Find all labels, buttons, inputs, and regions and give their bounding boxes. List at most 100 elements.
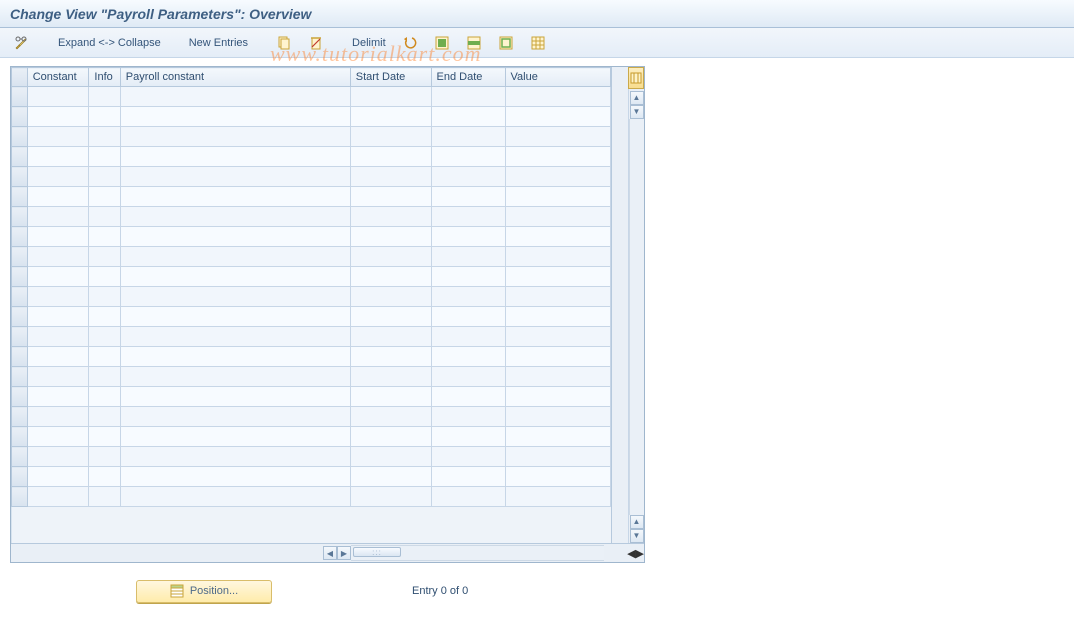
table-row[interactable] [12, 107, 611, 127]
table-cell[interactable] [431, 267, 505, 287]
deselect-all-button[interactable] [492, 32, 520, 54]
hscroll-track[interactable]: ::: [351, 545, 604, 561]
table-cell[interactable] [431, 127, 505, 147]
table-cell[interactable] [89, 387, 120, 407]
table-cell[interactable] [505, 427, 610, 447]
table-cell[interactable] [89, 227, 120, 247]
table-row[interactable] [12, 407, 611, 427]
table-cell[interactable] [120, 427, 350, 447]
row-selector[interactable] [12, 407, 28, 427]
table-cell[interactable] [431, 87, 505, 107]
table-cell[interactable] [89, 107, 120, 127]
table-row[interactable] [12, 287, 611, 307]
table-cell[interactable] [120, 467, 350, 487]
table-cell[interactable] [27, 447, 89, 467]
table-row[interactable] [12, 467, 611, 487]
table-cell[interactable] [120, 347, 350, 367]
table-cell[interactable] [89, 487, 120, 507]
delimit-button[interactable]: Delimit [346, 32, 392, 54]
table-cell[interactable] [350, 487, 431, 507]
table-cell[interactable] [120, 327, 350, 347]
payroll-parameters-table[interactable]: Constant Info Payroll constant Start Dat… [11, 67, 611, 507]
row-selector[interactable] [12, 467, 28, 487]
table-cell[interactable] [350, 187, 431, 207]
table-cell[interactable] [431, 227, 505, 247]
table-cell[interactable] [120, 367, 350, 387]
row-selector-header[interactable] [12, 68, 28, 87]
select-block-button[interactable] [460, 32, 488, 54]
table-row[interactable] [12, 427, 611, 447]
horizontal-scrollbar[interactable]: ◀ ▶ ::: [323, 546, 604, 560]
table-cell[interactable] [27, 147, 89, 167]
table-cell[interactable] [89, 427, 120, 447]
table-cell[interactable] [350, 367, 431, 387]
table-cell[interactable] [350, 147, 431, 167]
hscroll-right-end-button[interactable]: ▶ [636, 547, 644, 560]
table-row[interactable] [12, 307, 611, 327]
row-selector[interactable] [12, 487, 28, 507]
row-selector[interactable] [12, 307, 28, 327]
table-cell[interactable] [505, 287, 610, 307]
table-cell[interactable] [431, 327, 505, 347]
table-cell[interactable] [350, 467, 431, 487]
row-selector[interactable] [12, 327, 28, 347]
table-cell[interactable] [505, 347, 610, 367]
col-header-value[interactable]: Value [505, 68, 610, 87]
table-cell[interactable] [431, 407, 505, 427]
position-button[interactable]: Position... [136, 580, 272, 603]
table-cell[interactable] [89, 127, 120, 147]
table-row[interactable] [12, 87, 611, 107]
table-cell[interactable] [120, 487, 350, 507]
table-cell[interactable] [120, 127, 350, 147]
table-cell[interactable] [89, 307, 120, 327]
table-cell[interactable] [350, 87, 431, 107]
table-cell[interactable] [505, 467, 610, 487]
table-cell[interactable] [120, 107, 350, 127]
table-cell[interactable] [120, 267, 350, 287]
table-cell[interactable] [431, 147, 505, 167]
table-cell[interactable] [120, 187, 350, 207]
table-cell[interactable] [27, 187, 89, 207]
col-header-start-date[interactable]: Start Date [350, 68, 431, 87]
table-cell[interactable] [350, 267, 431, 287]
row-selector[interactable] [12, 227, 28, 247]
table-cell[interactable] [120, 287, 350, 307]
table-cell[interactable] [27, 167, 89, 187]
table-cell[interactable] [27, 347, 89, 367]
table-cell[interactable] [350, 107, 431, 127]
hscroll-right-button[interactable]: ▶ [337, 546, 351, 560]
table-cell[interactable] [350, 407, 431, 427]
new-entries-button[interactable]: New Entries [183, 32, 254, 54]
table-cell[interactable] [350, 127, 431, 147]
scroll-down-button-bottom[interactable]: ▼ [630, 529, 644, 543]
table-cell[interactable] [505, 327, 610, 347]
table-cell[interactable] [431, 387, 505, 407]
table-cell[interactable] [27, 427, 89, 447]
table-cell[interactable] [505, 247, 610, 267]
table-cell[interactable] [350, 427, 431, 447]
row-selector[interactable] [12, 367, 28, 387]
table-cell[interactable] [27, 247, 89, 267]
row-selector[interactable] [12, 87, 28, 107]
table-row[interactable] [12, 187, 611, 207]
scroll-up-button-bottom[interactable]: ▲ [630, 515, 644, 529]
table-cell[interactable] [89, 347, 120, 367]
table-cell[interactable] [505, 447, 610, 467]
table-cell[interactable] [89, 187, 120, 207]
table-cell[interactable] [89, 247, 120, 267]
table-cell[interactable] [120, 167, 350, 187]
table-cell[interactable] [89, 267, 120, 287]
toggle-display-change-button[interactable] [8, 32, 36, 54]
table-row[interactable] [12, 147, 611, 167]
row-selector[interactable] [12, 207, 28, 227]
table-cell[interactable] [89, 467, 120, 487]
table-cell[interactable] [505, 267, 610, 287]
table-cell[interactable] [431, 467, 505, 487]
table-cell[interactable] [89, 407, 120, 427]
table-row[interactable] [12, 487, 611, 507]
table-cell[interactable] [27, 207, 89, 227]
vertical-scrollbar[interactable]: ▲ ▼ ▲ ▼ [628, 89, 644, 543]
table-cell[interactable] [350, 167, 431, 187]
table-configure-button[interactable] [628, 67, 644, 89]
table-cell[interactable] [350, 447, 431, 467]
